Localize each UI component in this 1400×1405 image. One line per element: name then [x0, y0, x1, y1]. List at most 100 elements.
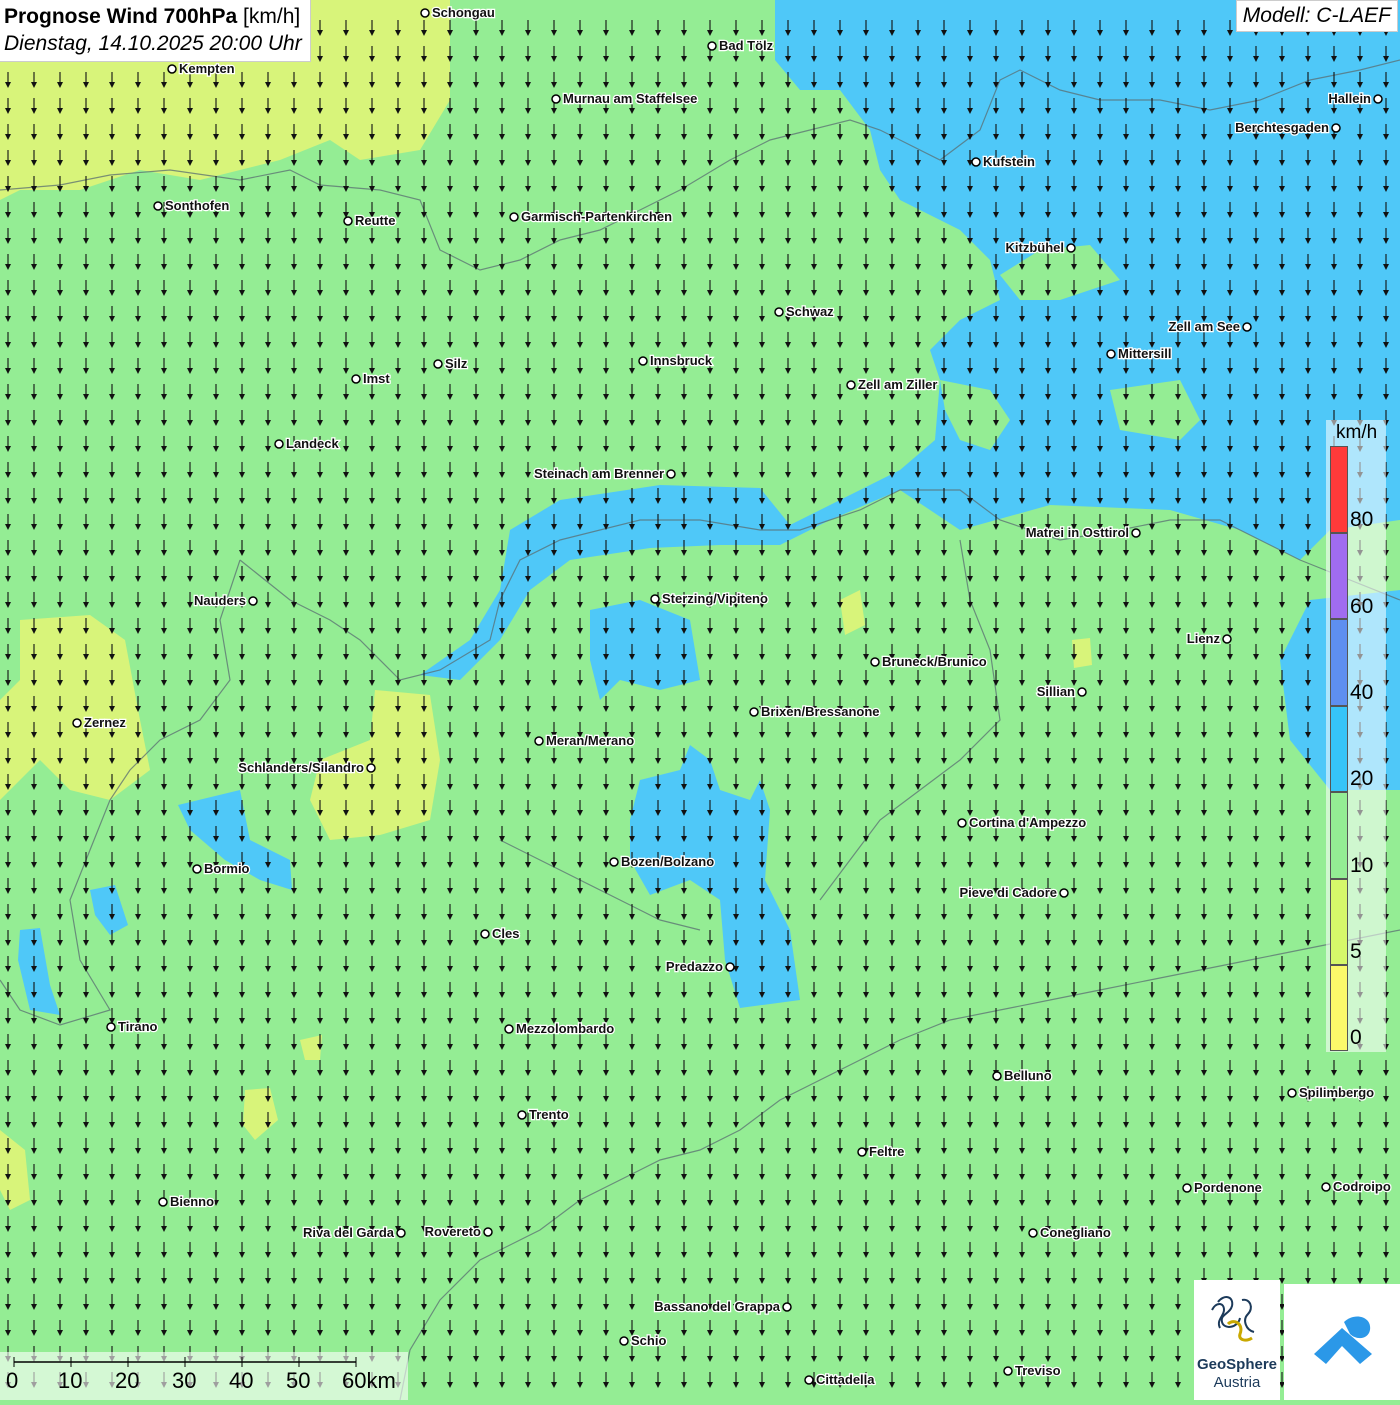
city-label: Pordenone	[1194, 1180, 1262, 1195]
scale-tick-60: 60km	[342, 1368, 396, 1393]
city-dot	[1182, 1183, 1192, 1193]
city-marker: Bruneck/Brunico	[870, 653, 988, 670]
city-label: Lienz	[1187, 631, 1221, 646]
city-dot	[106, 1022, 116, 1032]
legend-band-5	[1330, 879, 1348, 965]
city-label: Garmisch-Partenkirchen	[521, 209, 672, 224]
city-label: Innsbruck	[650, 353, 713, 368]
city-label: Zernez	[84, 715, 126, 730]
city-dot	[534, 736, 544, 746]
city-dot	[1066, 243, 1076, 253]
city-label: Schlanders/Silandro	[238, 760, 364, 775]
city-marker: Sonthofen	[153, 197, 231, 214]
city-label: Brixen/Bressanone	[761, 704, 880, 719]
geosphere-logo[interactable]: GeoSphere Austria	[1194, 1280, 1280, 1400]
city-label: Murnau am Staffelsee	[563, 91, 697, 106]
city-dot	[1373, 94, 1383, 104]
legend-unit: km/h	[1336, 422, 1378, 443]
city-marker: Mezzolombardo	[504, 1020, 616, 1037]
scale-tick-30: 30	[172, 1368, 197, 1393]
city-dot	[1287, 1088, 1297, 1098]
city-label: Cles	[492, 926, 519, 941]
city-marker: Steinach am Brenner	[533, 465, 676, 482]
city-dot	[1131, 528, 1141, 538]
city-label: Bruneck/Brunico	[882, 654, 987, 669]
city-dot	[1321, 1182, 1331, 1192]
legend-label-0: 0	[1350, 1026, 1362, 1049]
city-dot	[638, 356, 648, 366]
city-label: Bad Tölz	[719, 38, 774, 53]
city-dot	[509, 212, 519, 222]
city-marker: Brixen/Bressanone	[749, 703, 881, 720]
city-dot	[666, 469, 676, 479]
city-label: Kufstein	[983, 154, 1035, 169]
city-label: Tirano	[118, 1019, 158, 1034]
city-label: Schongau	[432, 5, 495, 20]
legend-label-80: 80	[1350, 508, 1374, 531]
city-label: Sonthofen	[165, 198, 229, 213]
city-label: Cittadella	[816, 1372, 875, 1387]
city-dot	[782, 1302, 792, 1312]
city-dot	[957, 818, 967, 828]
city-marker: Spilimbergo	[1287, 1084, 1375, 1101]
scale-tick-50: 50	[286, 1368, 311, 1393]
city-marker: Riva del Garda	[302, 1224, 406, 1241]
city-marker: Meran/Merano	[534, 732, 635, 749]
title-box: Prognose Wind 700hPa [km/h] Dienstag, 14…	[0, 0, 311, 62]
city-label: Zell am See	[1168, 319, 1240, 334]
city-dot	[1106, 349, 1116, 359]
city-label: Zell am Ziller	[858, 377, 937, 392]
city-label: Berchtesgaden	[1235, 120, 1329, 135]
legend-label-10: 10	[1350, 854, 1374, 877]
city-marker: Zell am Ziller	[846, 376, 939, 393]
app-logo-icon	[1314, 1316, 1372, 1364]
city-label: Hallein	[1328, 91, 1371, 106]
city-label: Belluno	[1004, 1068, 1052, 1083]
city-label: Mittersill	[1118, 346, 1171, 361]
city-label: Kempten	[179, 61, 235, 76]
city-marker: Bassano del Grappa	[653, 1298, 792, 1315]
forecast-datetime: Dienstag, 14.10.2025 20:00 Uhr	[4, 32, 302, 55]
city-label: Sterzing/Vipiteno	[662, 591, 768, 606]
city-dot	[433, 359, 443, 369]
city-dot	[1331, 123, 1341, 133]
city-label: Sillian	[1037, 684, 1075, 699]
city-dot	[274, 439, 284, 449]
city-dot	[1059, 888, 1069, 898]
city-dot	[72, 718, 82, 728]
city-dot	[248, 596, 258, 606]
city-label: Riva del Garda	[303, 1225, 395, 1240]
city-label: Reutte	[355, 213, 395, 228]
city-dot	[650, 594, 660, 604]
legend-band-80	[1330, 446, 1348, 533]
city-label: Predazzo	[666, 959, 723, 974]
legend-label-20: 20	[1350, 767, 1374, 790]
model-label: Modell: C-LAEF	[1235, 0, 1398, 32]
map-title: Prognose Wind 700hPa [km/h]	[4, 3, 302, 30]
city-label: Treviso	[1015, 1363, 1061, 1378]
app-logo[interactable]	[1284, 1284, 1400, 1400]
region-yellow-small4	[1072, 638, 1092, 668]
city-marker: Cittadella	[804, 1371, 877, 1388]
map-title-main: Prognose Wind 700hPa	[4, 5, 238, 28]
city-marker: Conegliano	[1028, 1224, 1112, 1241]
city-label: Mezzolombardo	[516, 1021, 614, 1036]
scale-tick-20: 20	[115, 1368, 140, 1393]
city-label: Steinach am Brenner	[534, 466, 664, 481]
city-dot	[1077, 687, 1087, 697]
logo-text-geosphere: GeoSphere	[1196, 1356, 1278, 1373]
city-marker: Matrei in Osttirol	[1024, 524, 1141, 541]
legend: km/h 80 60 40 20 10 5 0	[1326, 420, 1386, 1052]
city-dot	[517, 1110, 527, 1120]
legend-label-40: 40	[1350, 681, 1374, 704]
city-dot	[1242, 322, 1252, 332]
city-dot	[1222, 634, 1232, 644]
city-label: Trento	[529, 1107, 569, 1122]
city-dot	[480, 929, 490, 939]
city-marker: Cortina d'Ampezzo	[957, 814, 1088, 831]
city-dot	[846, 380, 856, 390]
city-dot	[992, 1071, 1002, 1081]
city-dot	[158, 1197, 168, 1207]
city-marker: Schlanders/Silandro	[237, 759, 376, 776]
city-dot	[725, 962, 735, 972]
